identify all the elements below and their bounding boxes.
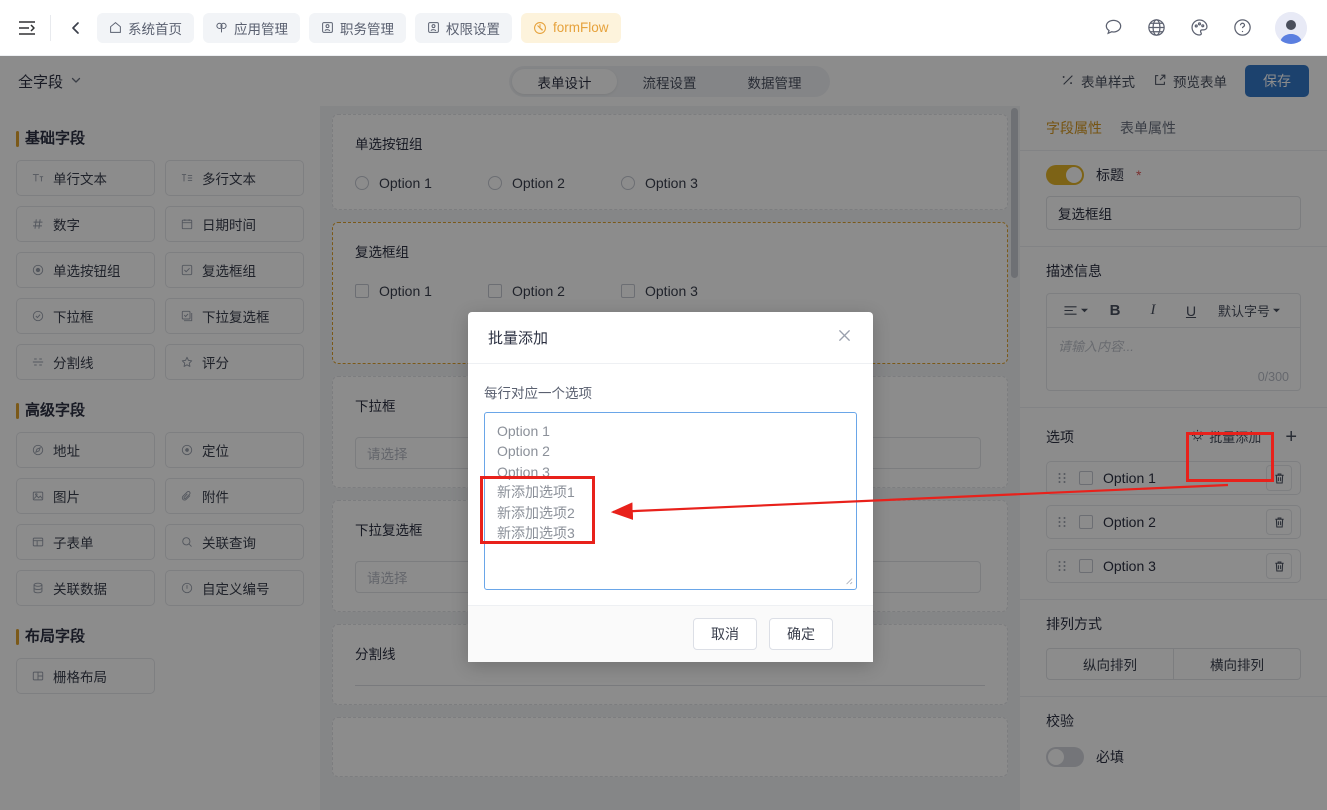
palette-icon[interactable] [1189,17,1210,38]
dialog-title: 批量添加 [488,329,549,347]
apps-icon [215,21,228,34]
nav-tab-permissions[interactable]: 权限设置 [415,12,512,43]
nav-tabs: 系统首页 应用管理 职务管理 权限设置 formFlow [97,12,621,43]
nav-tab-home[interactable]: 系统首页 [97,12,194,43]
textarea-wrapper [484,411,857,595]
badge-icon [427,21,440,34]
help-icon[interactable] [1232,17,1253,38]
dialog-footer: 取消 确定 [468,604,873,662]
user-avatar[interactable] [1275,11,1307,44]
dialog-header: 批量添加 [468,312,873,364]
nav-tab-label: 系统首页 [128,21,182,37]
flow-icon [533,21,547,35]
dialog-hint: 每行对应一个选项 [484,385,592,401]
dialog-body: 每行对应一个选项 [468,364,873,605]
nav-tab-positions[interactable]: 职务管理 [309,12,406,43]
nav-tab-label: 应用管理 [234,21,288,37]
nav-tab-formflow[interactable]: formFlow [521,12,621,43]
nav-tab-label: 权限设置 [446,21,500,37]
close-icon[interactable] [836,327,853,348]
cancel-button[interactable]: 取消 [693,617,757,650]
message-icon[interactable] [1103,17,1124,38]
batch-add-dialog: 批量添加 每行对应一个选项 取消 确定 [468,312,873,662]
top-bar: 系统首页 应用管理 职务管理 权限设置 formFlow [0,0,1327,56]
app-root: 系统首页 应用管理 职务管理 权限设置 formFlow 全字段 表单样式 预览… [0,0,1327,810]
batch-options-textarea[interactable] [484,411,857,590]
sidebar-collapse-icon[interactable] [14,15,40,41]
globe-icon[interactable] [1146,17,1167,38]
home-icon [109,21,122,34]
nav-tab-label: formFlow [553,20,609,35]
back-chevron-icon[interactable] [63,15,89,41]
confirm-button[interactable]: 确定 [769,617,833,650]
badge-icon [321,21,334,34]
toolbar-divider [50,14,51,41]
nav-tab-apps[interactable]: 应用管理 [203,12,300,43]
top-bar-actions [1103,11,1313,44]
nav-tab-label: 职务管理 [340,21,394,37]
